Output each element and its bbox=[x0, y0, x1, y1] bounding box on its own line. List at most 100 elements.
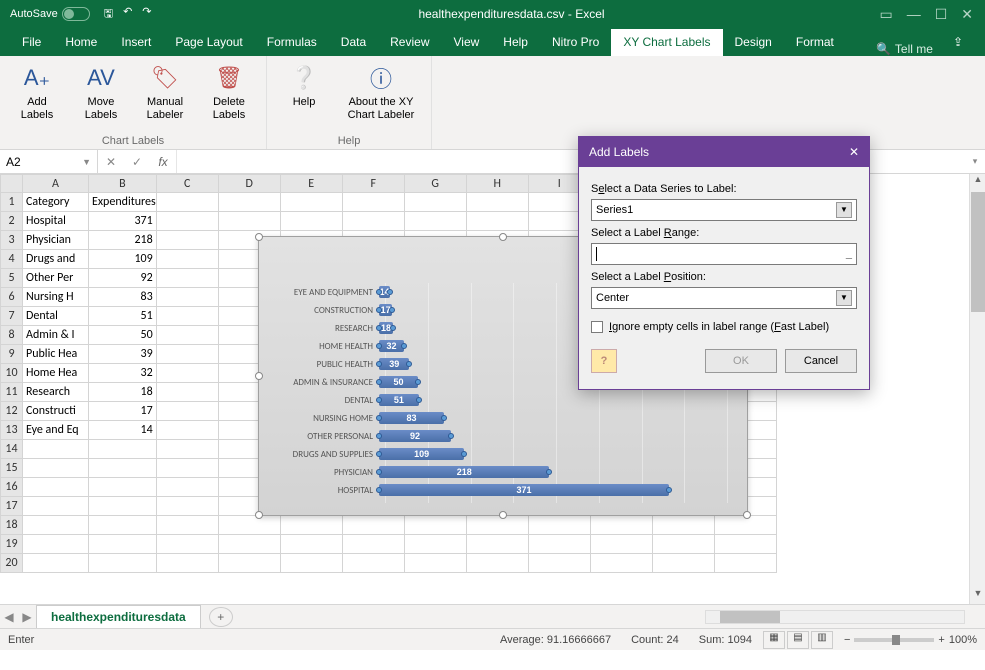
data-label[interactable]: 39 bbox=[389, 359, 399, 369]
tab-nitro-pro[interactable]: Nitro Pro bbox=[540, 29, 611, 56]
cell[interactable] bbox=[156, 402, 218, 421]
chart-bar[interactable]: 83 bbox=[379, 412, 444, 424]
cell[interactable] bbox=[218, 212, 280, 231]
scroll-up-icon[interactable]: ▲ bbox=[970, 174, 985, 190]
data-point-handle[interactable] bbox=[376, 397, 382, 403]
cell[interactable] bbox=[404, 516, 466, 535]
tab-formulas[interactable]: Formulas bbox=[255, 29, 329, 56]
cell[interactable]: 109 bbox=[89, 250, 157, 269]
cell[interactable] bbox=[156, 307, 218, 326]
cell[interactable] bbox=[23, 459, 89, 478]
enter-formula-icon[interactable]: ✓ bbox=[124, 155, 150, 169]
close-icon[interactable]: ✕ bbox=[961, 6, 973, 23]
column-header[interactable]: B bbox=[89, 175, 157, 193]
cell[interactable] bbox=[89, 535, 157, 554]
save-icon[interactable]: 🖫 bbox=[104, 5, 113, 24]
cell[interactable] bbox=[156, 478, 218, 497]
zoom-out-icon[interactable]: − bbox=[844, 634, 850, 646]
cell[interactable]: 51 bbox=[89, 307, 157, 326]
chart-bar[interactable]: 32 bbox=[379, 340, 404, 352]
series-select[interactable]: Series1 ▼ bbox=[591, 199, 857, 221]
tab-nav-next-icon[interactable]: ▶ bbox=[18, 610, 36, 624]
cell[interactable] bbox=[156, 269, 218, 288]
column-header[interactable]: H bbox=[466, 175, 528, 193]
chart-bar[interactable]: 371 bbox=[379, 484, 669, 496]
cell[interactable] bbox=[156, 231, 218, 250]
row-header[interactable]: 14 bbox=[1, 440, 23, 459]
cell[interactable] bbox=[89, 459, 157, 478]
cell[interactable] bbox=[156, 193, 218, 212]
data-point-handle[interactable] bbox=[376, 343, 382, 349]
cell[interactable]: 39 bbox=[89, 345, 157, 364]
cell[interactable]: 92 bbox=[89, 269, 157, 288]
share-icon[interactable]: ⇪ bbox=[941, 29, 975, 56]
vertical-scrollbar[interactable]: ▲ ▼ bbox=[969, 174, 985, 604]
cell[interactable] bbox=[23, 440, 89, 459]
chart-bar[interactable]: 218 bbox=[379, 466, 549, 478]
cell[interactable] bbox=[528, 516, 590, 535]
cell[interactable] bbox=[590, 554, 652, 573]
cell[interactable] bbox=[342, 535, 404, 554]
cell[interactable] bbox=[590, 516, 652, 535]
row-header[interactable]: 17 bbox=[1, 497, 23, 516]
data-point-handle[interactable] bbox=[666, 487, 672, 493]
cell[interactable] bbox=[156, 535, 218, 554]
page-layout-view-icon[interactable]: ▤ bbox=[787, 631, 809, 649]
name-box[interactable]: A2 ▼ bbox=[0, 150, 98, 173]
cell[interactable]: Expenditures bbox=[89, 193, 157, 212]
chart-bar[interactable]: 17 bbox=[379, 304, 392, 316]
column-header[interactable]: D bbox=[218, 175, 280, 193]
cell[interactable] bbox=[218, 193, 280, 212]
data-label[interactable]: 83 bbox=[406, 413, 416, 423]
cell[interactable] bbox=[652, 535, 714, 554]
row-header[interactable]: 15 bbox=[1, 459, 23, 478]
chart-bar[interactable]: 109 bbox=[379, 448, 464, 460]
new-sheet-button[interactable]: + bbox=[209, 607, 233, 627]
resize-handle[interactable] bbox=[255, 233, 263, 241]
tab-file[interactable]: File bbox=[10, 29, 53, 56]
scrollbar-thumb[interactable] bbox=[971, 192, 985, 312]
normal-view-icon[interactable]: ▦ bbox=[763, 631, 785, 649]
data-point-handle[interactable] bbox=[376, 289, 382, 295]
tab-review[interactable]: Review bbox=[378, 29, 441, 56]
cell[interactable]: 371 bbox=[89, 212, 157, 231]
data-label[interactable]: 51 bbox=[394, 395, 404, 405]
row-header[interactable]: 6 bbox=[1, 288, 23, 307]
chevron-down-icon[interactable]: ▼ bbox=[836, 202, 852, 218]
scroll-down-icon[interactable]: ▼ bbox=[970, 588, 985, 604]
tab-xy-chart-labels[interactable]: XY Chart Labels bbox=[611, 29, 722, 56]
cell[interactable]: 17 bbox=[89, 402, 157, 421]
cell[interactable] bbox=[23, 554, 89, 573]
resize-handle[interactable] bbox=[499, 511, 507, 519]
data-point-handle[interactable] bbox=[376, 415, 382, 421]
ribbon-options-icon[interactable]: ▭ bbox=[879, 6, 892, 23]
row-header[interactable]: 9 bbox=[1, 345, 23, 364]
data-label[interactable]: 109 bbox=[414, 449, 429, 459]
cell[interactable]: Nursing H bbox=[23, 288, 89, 307]
row-header[interactable]: 5 bbox=[1, 269, 23, 288]
data-label[interactable]: 92 bbox=[410, 431, 420, 441]
data-point-handle[interactable] bbox=[441, 415, 447, 421]
cell[interactable]: Home Hea bbox=[23, 364, 89, 383]
data-point-handle[interactable] bbox=[376, 307, 382, 313]
cell[interactable]: 218 bbox=[89, 231, 157, 250]
cell[interactable] bbox=[466, 193, 528, 212]
tab-view[interactable]: View bbox=[442, 29, 492, 56]
cell[interactable] bbox=[89, 478, 157, 497]
cell[interactable] bbox=[89, 516, 157, 535]
cell[interactable]: 14 bbox=[89, 421, 157, 440]
range-input[interactable]: _ bbox=[591, 243, 857, 265]
data-label[interactable]: 371 bbox=[517, 485, 532, 495]
dialog-help-button[interactable]: ? bbox=[591, 349, 617, 373]
tab-nav-prev-icon[interactable]: ◀ bbox=[0, 610, 18, 624]
row-header[interactable]: 1 bbox=[1, 193, 23, 212]
cancel-formula-icon[interactable]: ✕ bbox=[98, 155, 124, 169]
zoom-control[interactable]: − + 100% bbox=[844, 634, 977, 646]
cell[interactable] bbox=[156, 288, 218, 307]
cell[interactable] bbox=[89, 497, 157, 516]
position-select[interactable]: Center ▼ bbox=[591, 287, 857, 309]
range-picker-icon[interactable]: _ bbox=[846, 248, 852, 260]
data-point-handle[interactable] bbox=[376, 451, 382, 457]
resize-handle[interactable] bbox=[499, 233, 507, 241]
select-all-cell[interactable] bbox=[1, 175, 23, 193]
